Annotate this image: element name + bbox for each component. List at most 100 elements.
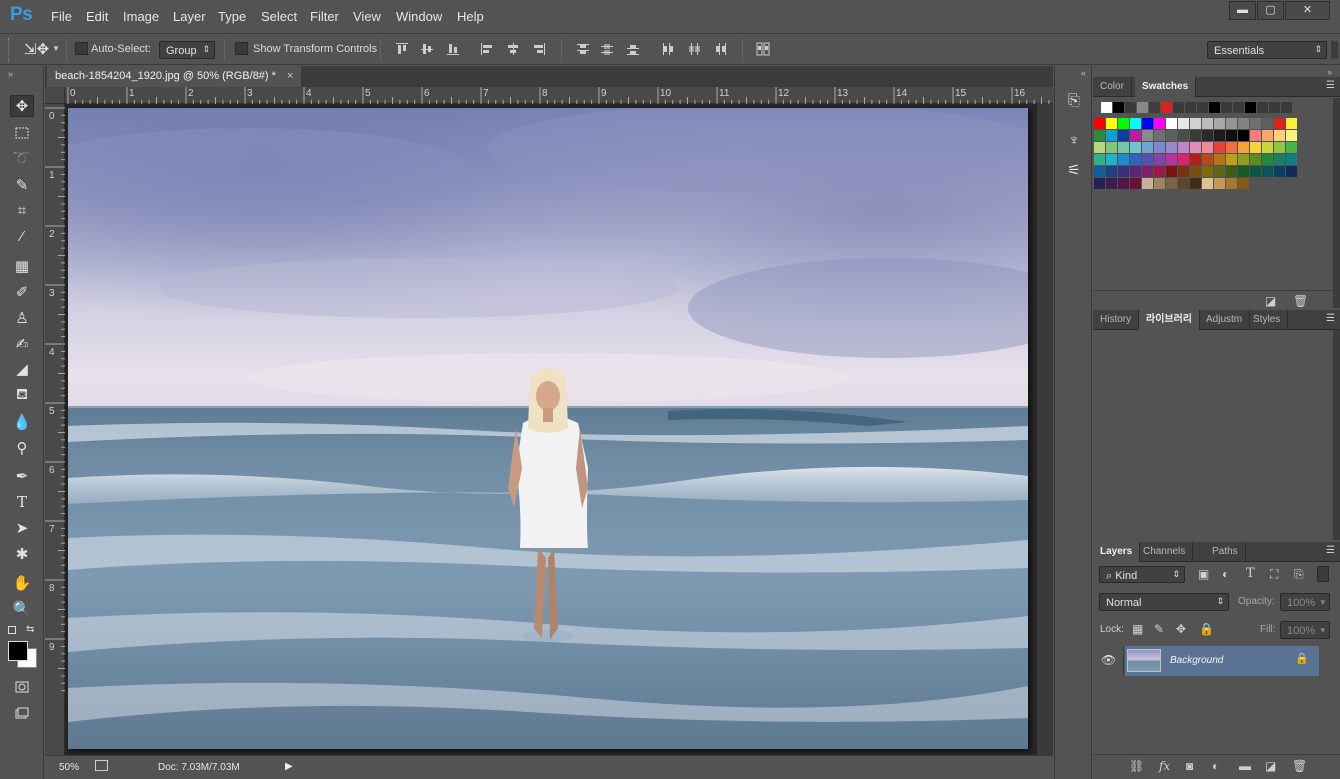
color-swatch[interactable] (1154, 154, 1165, 165)
filter-smart-object-icon[interactable]: ⎘ (1294, 567, 1304, 582)
delete-swatch-icon[interactable]: 🗑 (1293, 294, 1308, 308)
collapse-toolbar-icon[interactable]: » (8, 69, 13, 79)
color-swatch[interactable] (1238, 142, 1249, 153)
color-swatch[interactable] (1118, 142, 1129, 153)
ruler-corner[interactable] (45, 87, 65, 104)
menu-type[interactable]: Type (218, 9, 246, 24)
tab-styles[interactable]: Styles (1246, 310, 1289, 330)
quick-selection-icon[interactable]: ✎ (10, 174, 34, 196)
color-swatch[interactable] (1202, 166, 1213, 177)
color-swatch[interactable] (1190, 178, 1201, 189)
quick-mask-icon[interactable] (10, 676, 34, 698)
color-swatch[interactable] (1274, 142, 1285, 153)
color-swatch[interactable] (1118, 154, 1129, 165)
panel-menu-icon[interactable]: ☰ (1326, 80, 1335, 91)
recent-swatch[interactable] (1269, 102, 1280, 113)
color-swatch[interactable] (1118, 166, 1129, 177)
recent-swatch[interactable] (1221, 102, 1232, 113)
color-swatch[interactable] (1274, 166, 1285, 177)
color-swatch[interactable] (1226, 166, 1237, 177)
color-swatch[interactable] (1226, 142, 1237, 153)
foreground-color-swatch[interactable] (8, 641, 28, 661)
eraser-icon[interactable]: ◢ (10, 358, 34, 380)
status-menu-arrow-icon[interactable]: ▶ (285, 761, 293, 772)
new-swatch-icon[interactable]: ◪ (1265, 294, 1276, 308)
color-swatch[interactable] (1106, 130, 1117, 141)
color-swatch[interactable] (1238, 118, 1249, 129)
canvas-image[interactable] (68, 108, 1028, 749)
recent-swatch[interactable] (1101, 102, 1112, 113)
color-swatch[interactable] (1202, 142, 1213, 153)
menu-layer[interactable]: Layer (173, 9, 206, 24)
lasso-tool-icon[interactable]: ➰ (10, 147, 34, 169)
color-swatch[interactable] (1190, 142, 1201, 153)
menu-filter[interactable]: Filter (310, 9, 339, 24)
move-tool-preset-icon[interactable]: ⇲✥ (24, 40, 49, 58)
lock-transparent-icon[interactable]: ▦ (1132, 622, 1143, 636)
blur-tool-icon[interactable]: 💧 (10, 411, 34, 433)
filter-pixel-icon[interactable]: ▣ (1198, 567, 1209, 581)
adjustment-layer-icon[interactable]: ◐ (1212, 759, 1219, 773)
swatches-scrollbar[interactable] (1333, 98, 1340, 308)
color-swatch[interactable] (1274, 154, 1285, 165)
expand-dock-icon[interactable]: » (1327, 67, 1332, 77)
tab-libraries[interactable]: 라이브러리 (1139, 310, 1200, 330)
path-selection-icon[interactable]: ➤ (10, 517, 34, 539)
distribute-right-edges-icon[interactable] (713, 42, 727, 56)
type-tool-icon[interactable]: T (10, 491, 34, 513)
filter-shape-icon[interactable]: ⛶ (1270, 567, 1278, 582)
crop-tool-icon[interactable]: ⌗ (10, 199, 34, 221)
clone-stamp-icon[interactable]: ♙ (10, 307, 34, 329)
lock-image-icon[interactable]: ✎ (1154, 622, 1164, 636)
custom-shape-icon[interactable]: ✱ (10, 543, 34, 565)
color-swatch[interactable] (1166, 142, 1177, 153)
filter-type-icon[interactable]: T (1246, 566, 1255, 581)
spot-healing-icon[interactable]: ▦ (10, 255, 34, 277)
color-swatch[interactable] (1154, 118, 1165, 129)
layer-visibility-toggle[interactable]: 👁 (1093, 646, 1124, 676)
color-swatch[interactable] (1094, 142, 1105, 153)
link-layers-icon[interactable]: ⛓ (1129, 759, 1144, 773)
color-swatch[interactable] (1214, 178, 1225, 189)
dodge-tool-icon[interactable]: ⚲ (10, 437, 34, 459)
color-swatch[interactable] (1286, 130, 1297, 141)
color-swatch[interactable] (1214, 130, 1225, 141)
color-swatch[interactable] (1166, 166, 1177, 177)
color-swatch[interactable] (1262, 154, 1273, 165)
color-swatch[interactable] (1214, 166, 1225, 177)
menu-select[interactable]: Select (261, 9, 297, 24)
tab-layers[interactable]: Layers (1093, 542, 1141, 562)
color-swatch[interactable] (1238, 166, 1249, 177)
default-colors-icon[interactable] (8, 626, 16, 634)
distribute-bottom-edges-icon[interactable] (626, 42, 640, 56)
color-swatch[interactable] (1130, 166, 1141, 177)
color-swatch[interactable] (1154, 142, 1165, 153)
fill-input[interactable]: 100% ▾ (1280, 621, 1330, 639)
tab-paths[interactable]: Paths (1205, 542, 1246, 562)
recent-swatch[interactable] (1161, 102, 1172, 113)
color-swatch[interactable] (1142, 130, 1153, 141)
panel-menu-icon[interactable]: ☰ (1326, 313, 1335, 324)
show-transform-checkbox[interactable] (235, 42, 248, 55)
color-swatch[interactable] (1214, 142, 1225, 153)
color-swatch[interactable] (1166, 154, 1177, 165)
color-swatch[interactable] (1142, 178, 1153, 189)
distribute-left-edges-icon[interactable] (661, 42, 675, 56)
color-swatch[interactable] (1190, 118, 1201, 129)
preset-chevron-down-icon[interactable]: ▼ (52, 44, 60, 53)
layer-filter-dropdown[interactable]: ⌕ Kind ⇕ (1099, 566, 1185, 583)
color-swatch[interactable] (1286, 142, 1297, 153)
move-tool-icon[interactable]: ✥ (10, 95, 34, 117)
panel-menu-icon[interactable]: ☰ (1326, 545, 1335, 556)
auto-select-dropdown[interactable]: Group ⇕ (159, 41, 215, 59)
color-swatch[interactable] (1166, 130, 1177, 141)
color-swatch[interactable] (1094, 166, 1105, 177)
color-swatch[interactable] (1106, 178, 1117, 189)
document-tab[interactable]: beach-1854204_1920.jpg @ 50% (RGB/8#) * … (47, 66, 302, 87)
libraries-scrollbar[interactable] (1333, 330, 1340, 540)
color-swatch[interactable] (1190, 166, 1201, 177)
recent-swatch[interactable] (1197, 102, 1208, 113)
color-swatch[interactable] (1286, 166, 1297, 177)
color-swatch[interactable] (1106, 118, 1117, 129)
workspace-dropdown[interactable]: Essentials ⇕ (1207, 41, 1327, 59)
